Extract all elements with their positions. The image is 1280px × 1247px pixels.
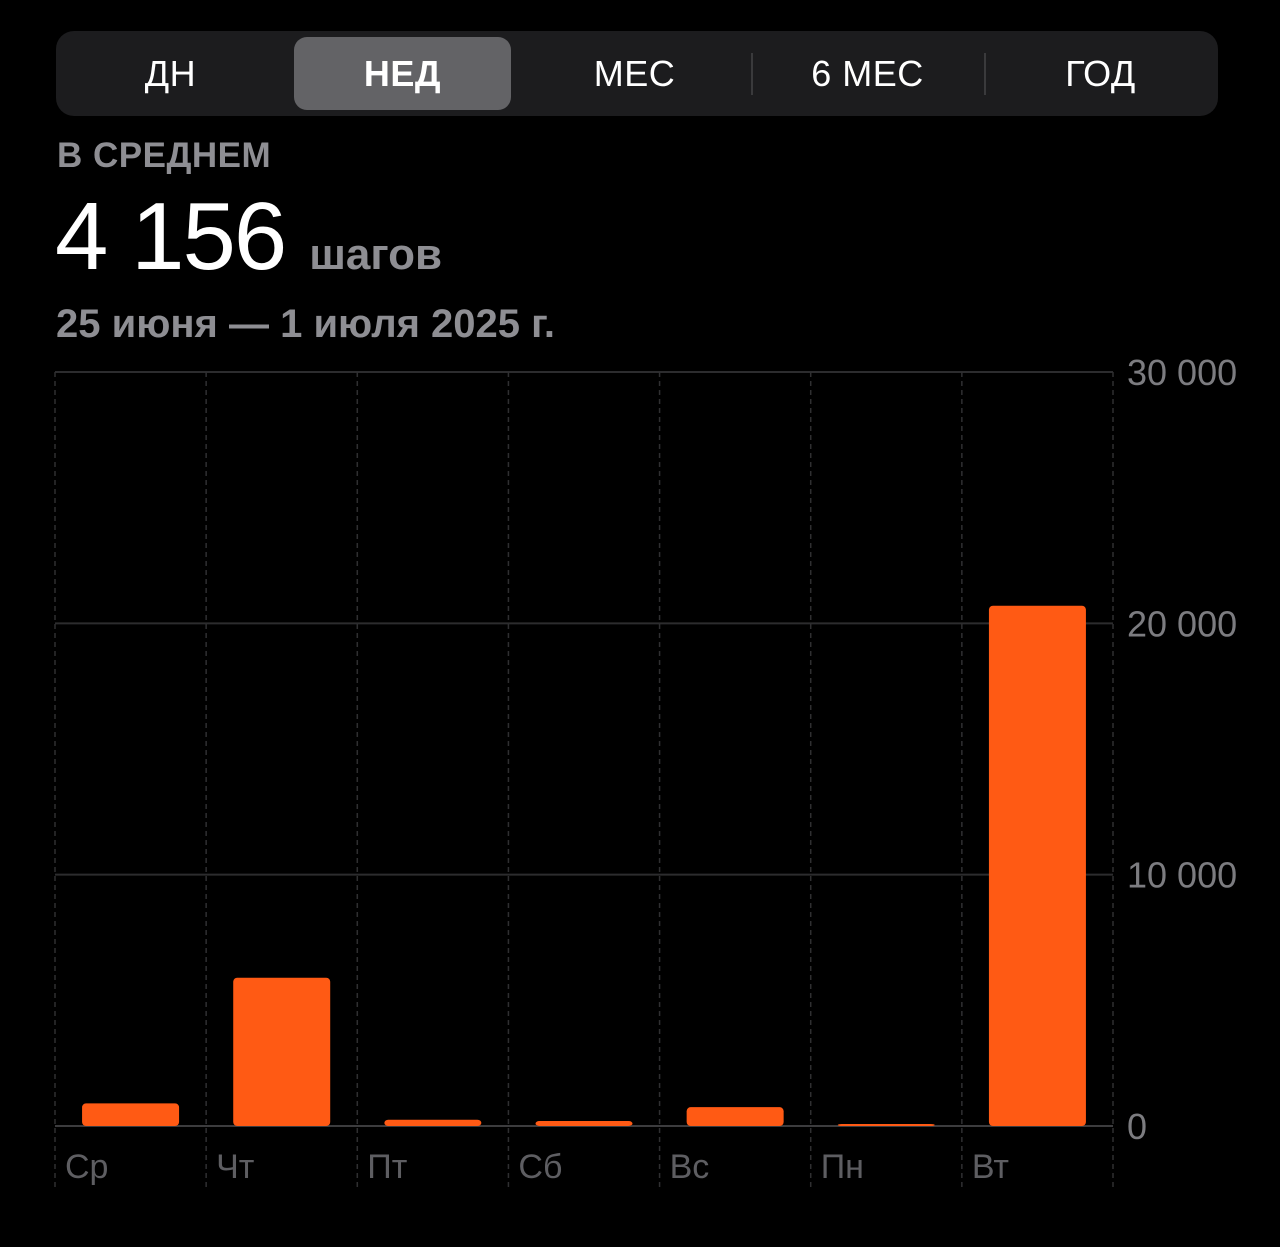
bar-Сб xyxy=(535,1120,633,1126)
x-tick-label: Пт xyxy=(367,1148,407,1186)
bar-Пт xyxy=(384,1119,482,1126)
x-tick-label: Сб xyxy=(518,1148,562,1186)
bar-Ср xyxy=(82,1103,180,1126)
bar-Вт xyxy=(988,605,1086,1126)
y-tick-label: 0 xyxy=(1127,1106,1147,1147)
steps-bar-chart: 0 10 000 20 000 30 000 Ср Чт Пт Сб Вс Пн Вт xyxy=(54,352,1237,1188)
x-tick-label: Пн xyxy=(821,1148,864,1186)
y-tick-label: 10 000 xyxy=(1127,855,1237,896)
bar-Пн xyxy=(837,1124,935,1126)
y-tick-label: 20 000 xyxy=(1127,603,1237,644)
x-tick-label: Вт xyxy=(972,1148,1009,1186)
x-tick-label: Ср xyxy=(65,1148,108,1186)
bar-Вс xyxy=(686,1107,784,1126)
bar-Чт xyxy=(233,977,331,1126)
x-tick-label: Вс xyxy=(670,1148,710,1186)
y-tick-label: 30 000 xyxy=(1127,352,1237,393)
x-tick-label: Чт xyxy=(216,1148,254,1186)
